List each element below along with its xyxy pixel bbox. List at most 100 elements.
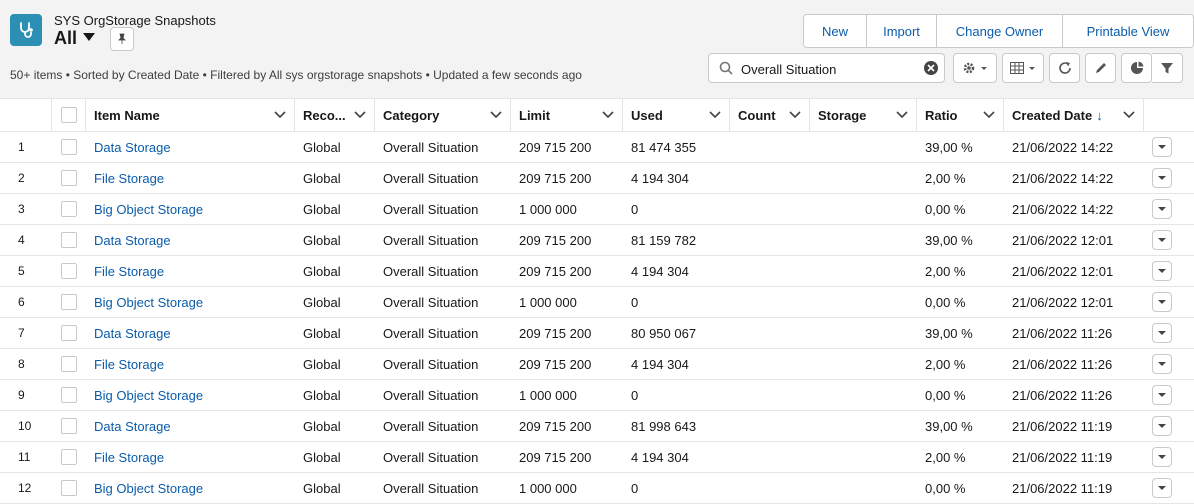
row-actions-menu-button[interactable] [1152,137,1172,157]
used-cell: 4 194 304 [623,255,730,287]
row-actions-menu-button[interactable] [1152,447,1172,467]
item-name-link[interactable]: Big Object Storage [94,481,203,496]
row-actions-menu-button[interactable] [1152,478,1172,498]
row-actions-menu-button[interactable] [1152,168,1172,188]
category-cell: Overall Situation [375,348,511,380]
chevron-down-icon[interactable] [896,111,908,119]
row-number: 10 [0,410,52,442]
used-cell: 80 950 067 [623,317,730,349]
row-actions-cell [1144,224,1194,256]
row-checkbox[interactable] [61,449,77,466]
new-button[interactable]: New [804,15,866,47]
item-name-cell: File Storage [86,441,295,473]
column-header-record-type[interactable]: Reco... [295,98,375,132]
row-actions-menu-button[interactable] [1152,199,1172,219]
item-name-link[interactable]: File Storage [94,450,164,465]
row-checkbox[interactable] [61,232,77,249]
storage-cell [810,348,917,380]
row-checkbox[interactable] [61,480,77,497]
row-select-cell [52,193,86,225]
chevron-down-icon[interactable] [602,111,614,119]
item-name-link[interactable]: Data Storage [94,233,171,248]
row-actions-menu-button[interactable] [1152,354,1172,374]
item-name-link[interactable]: Big Object Storage [94,202,203,217]
row-actions-menu-button[interactable] [1152,292,1172,312]
chevron-down-icon[interactable] [789,111,801,119]
chevron-down-icon[interactable] [354,111,366,119]
list-view-selector[interactable]: All [54,28,96,49]
row-actions-cell [1144,317,1194,349]
row-actions-menu-button[interactable] [1152,261,1172,281]
item-name-link[interactable]: Data Storage [94,140,171,155]
chevron-down-icon[interactable] [490,111,502,119]
list-view-controls-button[interactable] [953,53,997,83]
item-name-link[interactable]: Data Storage [94,419,171,434]
count-cell [730,441,810,473]
row-checkbox[interactable] [61,325,77,342]
item-name-link[interactable]: File Storage [94,264,164,279]
row-checkbox[interactable] [61,387,77,404]
row-checkbox[interactable] [61,418,77,435]
pin-icon [118,33,126,44]
row-actions-menu-button[interactable] [1152,385,1172,405]
printable-view-button[interactable]: Printable View [1062,15,1193,47]
clear-search-icon[interactable] [924,61,938,75]
row-actions-menu-button[interactable] [1152,323,1172,343]
row-actions-menu-button[interactable] [1152,416,1172,436]
item-name-link[interactable]: File Storage [94,171,164,186]
item-name-cell: Data Storage [86,131,295,163]
pin-button[interactable] [110,27,134,51]
row-checkbox[interactable] [61,356,77,373]
column-header-ratio[interactable]: Ratio [917,98,1004,132]
chevron-down-icon [1158,269,1166,273]
select-all-checkbox[interactable] [60,107,77,123]
category-cell: Overall Situation [375,410,511,442]
column-header-storage[interactable]: Storage [810,98,917,132]
change-owner-button[interactable]: Change Owner [936,15,1062,47]
row-actions-cell [1144,131,1194,163]
table-row: 1 Data Storage Global Overall Situation 209 … [0,131,1194,163]
row-actions-menu-button[interactable] [1152,230,1172,250]
pencil-icon [1095,63,1106,73]
item-name-link[interactable]: Big Object Storage [94,388,203,403]
limit-cell: 209 715 200 [511,255,623,287]
refresh-button[interactable] [1049,53,1080,83]
column-header-limit[interactable]: Limit [511,98,623,132]
ratio-cell: 0,00 % [917,472,1004,504]
row-checkbox[interactable] [61,139,77,156]
row-checkbox[interactable] [61,201,77,218]
chevron-down-icon[interactable] [983,111,995,119]
item-name-cell: Big Object Storage [86,193,295,225]
row-checkbox[interactable] [61,170,77,187]
display-as-button[interactable] [1002,53,1044,83]
search-input[interactable] [739,59,923,79]
edit-list-button[interactable] [1085,53,1116,83]
import-button[interactable]: Import [866,15,936,47]
item-name-link[interactable]: Data Storage [94,326,171,341]
chevron-down-icon [1158,331,1166,335]
charts-button[interactable] [1121,53,1152,83]
record-type-cell: Global [295,410,375,442]
used-cell: 81 159 782 [623,224,730,256]
column-header-item-name[interactable]: Item Name [86,98,295,132]
row-checkbox[interactable] [61,294,77,311]
item-name-link[interactable]: File Storage [94,357,164,372]
item-name-link[interactable]: Big Object Storage [94,295,203,310]
search-box [708,53,945,83]
chevron-down-icon[interactable] [1123,111,1135,119]
chevron-down-icon[interactable] [709,111,721,119]
used-cell: 4 194 304 [623,162,730,194]
category-cell: Overall Situation [375,162,511,194]
chevron-down-icon[interactable] [274,111,286,119]
column-header-used[interactable]: Used [623,98,730,132]
filters-button[interactable] [1152,53,1183,83]
chevron-down-icon [1158,300,1166,304]
row-checkbox[interactable] [61,263,77,280]
column-header-created-date[interactable]: Created Date ↓ [1004,98,1144,132]
column-header-category[interactable]: Category [375,98,511,132]
column-header-count[interactable]: Count [730,98,810,132]
table-row: 10 Data Storage Global Overall Situation 209… [0,410,1194,442]
limit-cell: 1 000 000 [511,286,623,318]
storage-cell [810,379,917,411]
caret-down-icon [83,33,96,42]
